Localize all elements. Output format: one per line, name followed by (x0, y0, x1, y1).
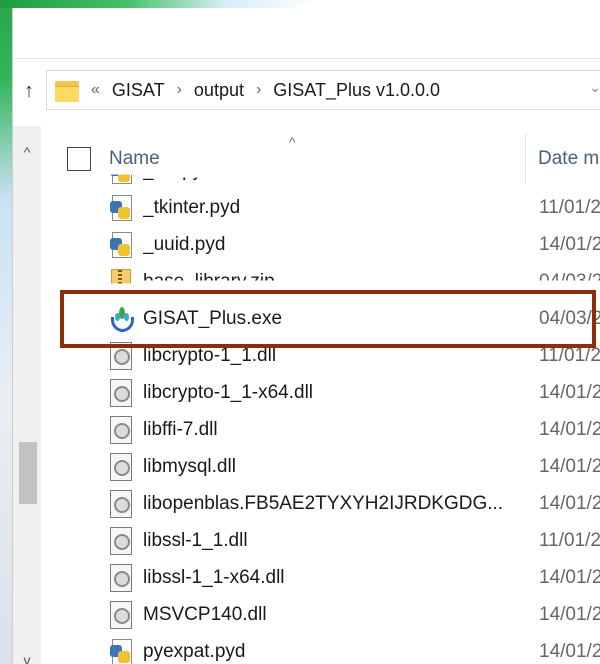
file-name: libffi-7.dll (143, 418, 218, 440)
file-rows: _ssl.pyd 11/01/2 _tkinter.pyd 11/01/2 _uuid.… (109, 170, 600, 664)
dll-file-icon (109, 489, 133, 518)
file-row[interactable]: _tkinter.pyd 11/01/2 (109, 189, 600, 226)
file-date: 14/01/2 (539, 492, 600, 514)
breadcrumb-separator[interactable]: › (256, 81, 261, 99)
file-date: 14/01/2 (539, 381, 600, 403)
python-file-icon (109, 194, 133, 222)
file-row[interactable]: MSVCP140.dll 14/01/2 (109, 596, 600, 633)
file-date: 11/01/2 (539, 159, 600, 181)
file-name: libcrypto-1_1-x64.dll (143, 381, 314, 403)
file-row[interactable]: libmysql.dll 14/01/2 (109, 448, 600, 485)
file-date: 14/01/2 (539, 603, 600, 625)
address-bar: ↑ « GISAT › output › GISAT_Plus v1.0.0.0… (13, 68, 600, 114)
python-file-icon (109, 638, 133, 664)
file-name: GISAT_Plus.exe (143, 307, 283, 329)
python-file-icon (109, 231, 133, 259)
file-row[interactable]: libcrypto-1_1-x64.dll 14/01/2 (109, 374, 600, 411)
app-exe-icon (109, 305, 134, 333)
file-date: 14/01/2 (539, 418, 600, 440)
file-name: _uuid.pyd (143, 233, 226, 255)
vertical-scrollbar[interactable]: ^ v (13, 126, 41, 664)
file-row[interactable]: _ssl.pyd 11/01/2 (109, 152, 600, 189)
file-row[interactable]: libssl-1_1-x64.dll 14/01/2 (109, 559, 600, 596)
file-date: 11/01/2 (539, 196, 600, 218)
file-name: libcrypto-1_1.dll (143, 344, 277, 366)
sort-ascending-icon: ^ (289, 134, 296, 150)
file-date: 04/03/2 (539, 307, 600, 329)
python-file-icon (109, 174, 133, 185)
file-name: _tkinter.pyd (143, 196, 241, 218)
file-name: libssl-1_1.dll (143, 529, 248, 551)
file-name: libmysql.dll (143, 455, 236, 477)
address-box[interactable]: « GISAT › output › GISAT_Plus v1.0.0.0 ⌄ (46, 70, 600, 110)
screen: ↑ « GISAT › output › GISAT_Plus v1.0.0.0… (0, 0, 600, 664)
folder-icon (55, 81, 79, 102)
file-name: libssl-1_1-x64.dll (143, 566, 285, 588)
file-row[interactable]: libcrypto-1_1.dll 11/01/2 (109, 337, 600, 374)
file-list: ^ v ^ Name Date m _ssl.pyd 11/01/2 _tkinte… (13, 126, 600, 664)
address-dropdown-icon[interactable]: ⌄ (589, 79, 600, 96)
file-name: libopenblas.FB5AE2TYXYH2IJRDKGDG... (143, 492, 504, 514)
file-name: pyexpat.pyd (143, 640, 246, 662)
scroll-down-icon[interactable]: v (13, 648, 41, 664)
file-row[interactable]: base_library.zip 04/03/2 (109, 263, 600, 300)
dll-file-icon (109, 415, 133, 444)
desktop-background (0, 0, 12, 664)
file-date: 11/01/2 (539, 529, 600, 551)
up-arrow-icon[interactable]: ↑ (13, 71, 45, 111)
file-row[interactable]: _uuid.pyd 14/01/2 (109, 226, 600, 263)
overflow-chevron-icon[interactable]: « (91, 81, 100, 99)
file-date: 11/01/2 (539, 344, 600, 366)
dll-file-icon (109, 526, 133, 555)
breadcrumb-separator[interactable]: › (177, 81, 182, 99)
breadcrumb-output[interactable]: output (194, 80, 244, 101)
dll-file-icon (109, 600, 133, 629)
file-row[interactable]: libffi-7.dll 14/01/2 (109, 411, 600, 448)
file-name: _ssl.pyd (143, 159, 213, 181)
ribbon-area (13, 8, 600, 59)
breadcrumb-gisat[interactable]: GISAT (112, 80, 165, 101)
file-date: 14/01/2 (539, 566, 600, 588)
file-date: 14/01/2 (539, 233, 600, 255)
file-explorer-window: ↑ « GISAT › output › GISAT_Plus v1.0.0.0… (12, 8, 600, 664)
select-all-checkbox[interactable] (67, 147, 91, 171)
scrollbar-thumb[interactable] (19, 442, 37, 504)
file-name: MSVCP140.dll (143, 603, 267, 625)
file-row[interactable]: pyexpat.pyd 14/01/2 (109, 633, 600, 664)
dll-file-icon (109, 341, 133, 370)
file-date: 14/01/2 (539, 640, 600, 662)
desktop-background-top (0, 0, 320, 8)
scroll-up-icon[interactable]: ^ (13, 140, 41, 164)
file-date: 04/03/2 (539, 270, 600, 292)
zip-file-icon (109, 268, 133, 284)
dll-file-icon (109, 563, 133, 592)
file-row[interactable]: libssl-1_1.dll 11/01/2 (109, 522, 600, 559)
breadcrumb-gisat-plus[interactable]: GISAT_Plus v1.0.0.0 (273, 80, 440, 101)
dll-file-icon (109, 452, 133, 481)
file-row[interactable]: GISAT_Plus.exe 04/03/2 (109, 300, 600, 337)
file-row[interactable]: libopenblas.FB5AE2TYXYH2IJRDKGDG... 14/01… (109, 485, 600, 522)
file-name: base_library.zip (143, 270, 275, 292)
file-date: 14/01/2 (539, 455, 600, 477)
dll-file-icon (109, 378, 133, 407)
